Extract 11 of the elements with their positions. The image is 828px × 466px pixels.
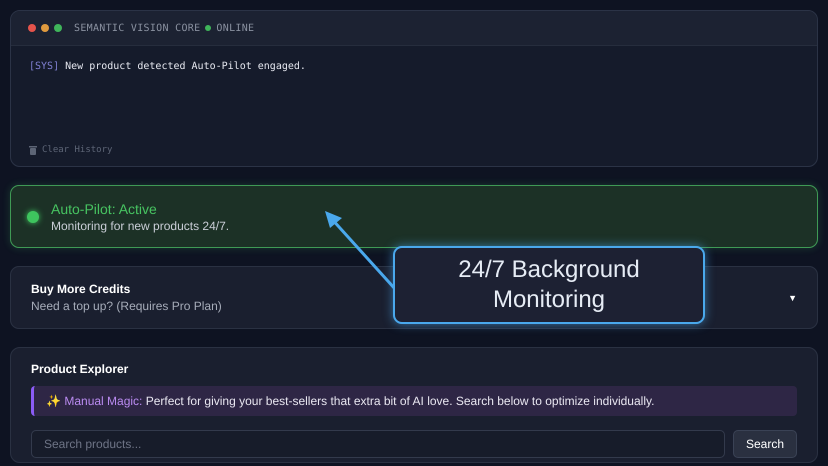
log-message: New product detected Auto-Pilot engaged. [65,61,306,72]
manual-magic-tip: ✨ Manual Magic: Perfect for giving your best-sellers that extra bit of AI love. Search below to optimize individually. [31,386,797,416]
console-title: SEMANTIC VISION CORE [74,22,200,34]
status-text: ONLINE [216,22,254,34]
autopilot-subtitle: Monitoring for new products 24/7. [51,218,230,232]
credits-subtitle: Need a top up? (Requires Pro Plan) [31,299,222,313]
autopilot-title: Auto-Pilot: Active [51,200,158,216]
explorer-title: Product Explorer [31,362,130,376]
log-tag: [SYS] [29,61,60,72]
credits-title: Buy More Credits [31,282,130,296]
callout-tooltip: 24/7 Background Monitoring [393,246,705,324]
